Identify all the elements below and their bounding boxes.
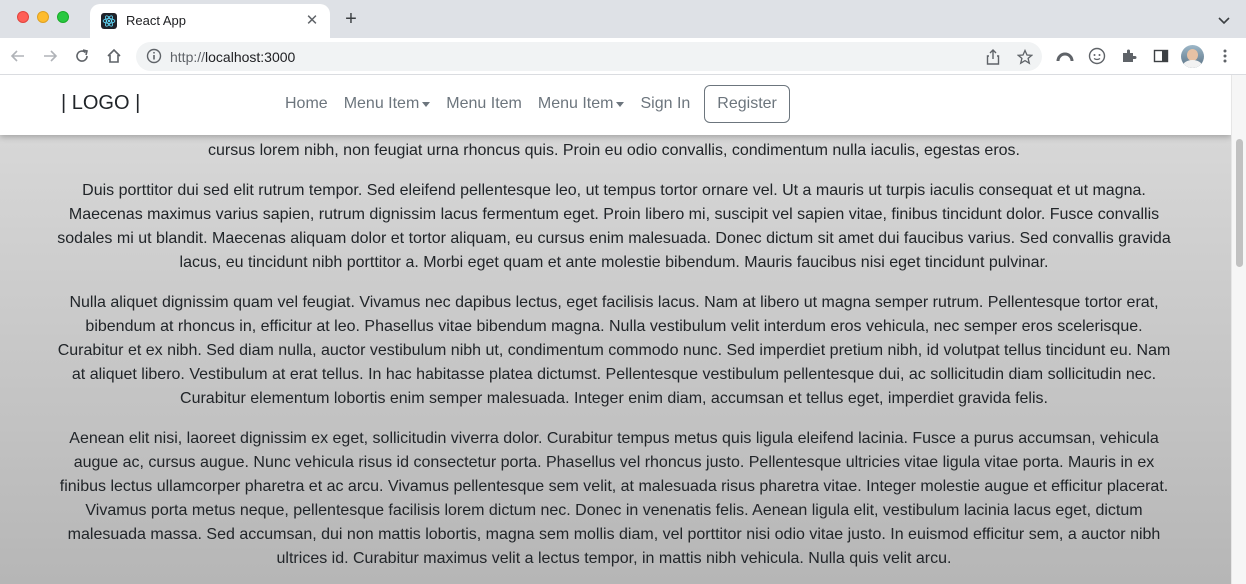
browser-toolbar: http://localhost:3000 <box>0 38 1246 75</box>
paragraph: Aenean elit nisi, laoreet dignissim ex e… <box>59 430 1169 567</box>
bookmark-star-icon[interactable] <box>1014 46 1036 68</box>
forward-icon[interactable] <box>38 44 62 68</box>
window-zoom-button[interactable] <box>57 11 69 23</box>
reload-icon[interactable] <box>70 44 94 68</box>
caret-down-icon <box>616 101 625 107</box>
caret-down-icon <box>422 101 431 107</box>
close-tab-icon[interactable]: ✕ <box>302 10 322 30</box>
nav-home-link[interactable]: Home <box>277 95 336 113</box>
site-logo[interactable]: | LOGO | <box>61 92 140 115</box>
nav-link-label: Menu Item <box>343 95 420 112</box>
nav-menu-dropdown[interactable]: Menu Item <box>530 95 633 113</box>
main-content: consectetur porta metus. Vivamus sagitti… <box>55 115 1173 584</box>
extension-face-icon[interactable] <box>1085 44 1109 68</box>
paragraph: Nulla aliquet dignissim quam vel feugiat… <box>57 294 1171 407</box>
react-logo-icon <box>101 13 117 29</box>
address-bar[interactable]: http://localhost:3000 <box>136 42 1042 71</box>
nav-link-label: Home <box>285 95 328 112</box>
side-panel-icon[interactable] <box>1149 44 1173 68</box>
site-info-icon[interactable] <box>146 48 162 64</box>
profile-avatar[interactable] <box>1181 45 1204 68</box>
nav-link-label: Menu Item <box>537 95 614 112</box>
nav-menu-dropdown[interactable]: Menu Item <box>336 95 439 113</box>
new-tab-icon[interactable]: + <box>340 8 362 30</box>
nav-link-label: Menu Item <box>446 95 522 112</box>
url-text: http://localhost:3000 <box>170 49 295 65</box>
share-icon[interactable] <box>982 46 1004 68</box>
nav-link-label: Sign In <box>640 95 691 112</box>
browser-tab-strip: React App ✕ + <box>0 0 1246 38</box>
extension-arc-icon[interactable] <box>1053 44 1077 68</box>
window-close-button[interactable] <box>17 11 29 23</box>
browser-tab-active[interactable]: React App ✕ <box>90 4 330 38</box>
tab-title: React App <box>126 13 186 28</box>
register-button[interactable]: Register <box>704 85 790 123</box>
nav-links: Home Menu Item Menu Item Menu Item Sign … <box>277 84 790 124</box>
paragraph: Duis porttitor dui sed elit rutrum tempo… <box>57 182 1171 271</box>
scrollbar-thumb[interactable] <box>1236 139 1243 267</box>
nav-menu-link[interactable]: Menu Item <box>438 95 530 113</box>
chevron-down-icon[interactable] <box>1214 10 1234 30</box>
more-menu-icon[interactable] <box>1213 44 1237 68</box>
extensions-puzzle-icon[interactable] <box>1117 44 1141 68</box>
page-viewport: consectetur porta metus. Vivamus sagitti… <box>0 75 1246 584</box>
home-icon[interactable] <box>102 44 126 68</box>
nav-sign-in-link[interactable]: Sign In <box>632 95 698 113</box>
page-scrollbar[interactable] <box>1231 75 1246 584</box>
url-host: localhost:3000 <box>205 49 296 65</box>
site-navbar: | LOGO | Home Menu Item Menu Item Menu I… <box>0 75 1231 135</box>
url-scheme: http:// <box>170 49 206 65</box>
back-icon[interactable] <box>6 44 30 68</box>
window-minimize-button[interactable] <box>37 11 49 23</box>
